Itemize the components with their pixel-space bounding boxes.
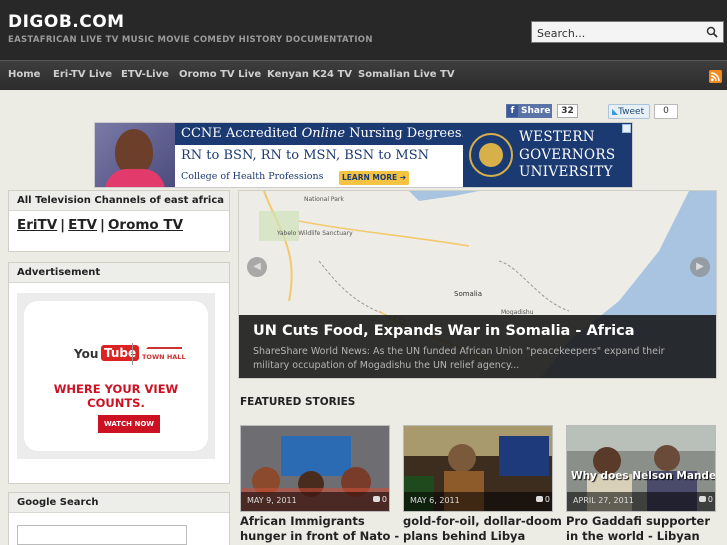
- tweet-label: Tweet: [618, 107, 645, 117]
- slide-excerpt: ShareShare World News: As the UN funded …: [253, 346, 665, 371]
- adchoices-icon[interactable]: [622, 124, 631, 133]
- slider-next-arrow[interactable]: ▶: [690, 257, 710, 277]
- youtube-logo-you: You: [74, 347, 99, 361]
- nav-item-eritv-live[interactable]: Eri-TV Live: [53, 69, 112, 80]
- university-seal-icon: [469, 133, 513, 177]
- chevron-right-icon: ▶: [696, 261, 704, 272]
- nav-item-oromo-tv-live[interactable]: Oromo TV Live: [179, 69, 261, 80]
- chevron-left-icon: ◀: [253, 261, 261, 272]
- ad-headline: CCNE Accredited Online Nursing Degrees.: [175, 123, 466, 145]
- ad-degree-line: RN to BSN, RN to MSN, BSN to MSN: [181, 148, 429, 163]
- link-oromo-tv[interactable]: Oromo TV: [108, 217, 183, 233]
- slider-prev-arrow[interactable]: ◀: [247, 257, 267, 277]
- search-box[interactable]: [531, 21, 724, 44]
- watch-now-button[interactable]: WATCH NOW: [98, 415, 160, 433]
- advertisement-widget: Advertisement You Tube TOWN HALL WHERE Y…: [8, 262, 230, 484]
- search-input[interactable]: [532, 23, 697, 44]
- link-eritv[interactable]: EriTV: [17, 217, 57, 233]
- tv-links: EriTV | ETV | Oromo TV: [17, 217, 183, 233]
- comment-icon: [535, 496, 543, 502]
- thumb-overlay-text: Why does Nelson Mandela: [571, 470, 716, 482]
- site-title[interactable]: DIGOB.COM: [8, 12, 125, 32]
- ad-banner[interactable]: CCNE Accredited Online Nursing Degrees. …: [94, 122, 633, 188]
- nav-item-somalian-live-tv[interactable]: Somalian Live TV: [358, 69, 455, 80]
- ad-college-line: College of Health Professions: [181, 171, 324, 182]
- comment-count[interactable]: 0: [698, 495, 713, 504]
- map-label: Somalia: [454, 290, 482, 298]
- post-thumbnail[interactable]: MAY 6, 2011 0: [403, 425, 553, 512]
- post-date: APRIL 27, 2011: [573, 496, 634, 505]
- map-label: Yabelo Wildlife Sanctuary: [276, 230, 353, 237]
- google-search-input[interactable]: [17, 525, 187, 545]
- post-date: MAY 9, 2011: [247, 496, 297, 505]
- featured-stories-heading: FEATURED STORIES: [240, 396, 356, 408]
- site-tagline: EASTAFRICAN LIVE TV MUSIC MOVIE COMEDY H…: [8, 35, 373, 45]
- share-label: Share: [521, 106, 551, 116]
- youtube-ad[interactable]: You Tube TOWN HALL WHERE YOUR VIEW COUNT…: [17, 293, 215, 459]
- slide-title[interactable]: UN Cuts Food, Expands War in Somalia - A…: [253, 323, 634, 339]
- google-search-widget: Google Search: [8, 492, 230, 545]
- link-etv[interactable]: ETV: [68, 217, 97, 233]
- comment-icon: [698, 496, 706, 502]
- facebook-share-button[interactable]: f Share: [506, 104, 552, 118]
- facebook-icon: f: [507, 105, 518, 117]
- widget-title: All Television Channels of east africa: [9, 191, 229, 211]
- nav-item-kenyan-k24-tv[interactable]: Kenyan K24 TV: [267, 69, 352, 80]
- slide-caption: UN Cuts Food, Expands War in Somalia - A…: [239, 315, 716, 378]
- widget-title: Google Search: [9, 493, 229, 513]
- site-header: DIGOB.COM EASTAFRICAN LIVE TV MUSIC MOVI…: [0, 0, 727, 60]
- ad-learn-more-button[interactable]: LEARN MORE ➔: [339, 171, 409, 185]
- post-date: MAY 6, 2011: [410, 496, 460, 505]
- youtube-ad-slogan: WHERE YOUR VIEW COUNTS.: [53, 382, 179, 410]
- ad-university-block: WESTERN GOVERNORS UNIVERSITY: [463, 123, 632, 187]
- featured-slider[interactable]: National Park Yabelo Wildlife Sanctuary …: [238, 190, 717, 379]
- ad-nurse-photo: [95, 123, 175, 187]
- tweet-button[interactable]: ◣Tweet: [608, 104, 650, 119]
- comment-count[interactable]: 0: [535, 495, 550, 504]
- nav-item-home[interactable]: Home: [8, 69, 40, 80]
- town-hall-icon: TOWN HALL: [142, 343, 186, 365]
- search-icon[interactable]: [706, 26, 718, 38]
- link-separator: |: [100, 217, 105, 233]
- comment-count[interactable]: 0: [372, 495, 387, 504]
- post-title[interactable]: African Immigrants hunger in front of Na…: [240, 514, 400, 544]
- post-title[interactable]: gold-for-oil, dollar-doom plans behind L…: [403, 514, 563, 544]
- map-label: National Park: [304, 196, 344, 203]
- youtube-logo-tube: Tube: [101, 345, 140, 361]
- comment-icon: [372, 496, 380, 502]
- post-thumbnail[interactable]: Why does Nelson Mandela APRIL 27, 2011 0: [566, 425, 716, 512]
- post-thumbnail[interactable]: MAY 9, 2011 0: [240, 425, 390, 512]
- post-title[interactable]: Pro Gaddafi supporter in the world - Lib…: [566, 514, 726, 545]
- rss-icon[interactable]: [709, 70, 722, 83]
- widget-title: Advertisement: [9, 263, 229, 283]
- share-count: 32: [557, 104, 578, 118]
- ad-university-name: WESTERN GOVERNORS UNIVERSITY: [519, 129, 616, 180]
- link-separator: |: [60, 217, 66, 233]
- tv-channels-widget: All Television Channels of east africa E…: [8, 190, 230, 252]
- nav-item-etv-live[interactable]: ETV-Live: [121, 69, 169, 80]
- main-nav: Home Eri-TV Live ETV-Live Oromo TV Live …: [0, 60, 727, 90]
- tweet-count: 0: [654, 104, 678, 119]
